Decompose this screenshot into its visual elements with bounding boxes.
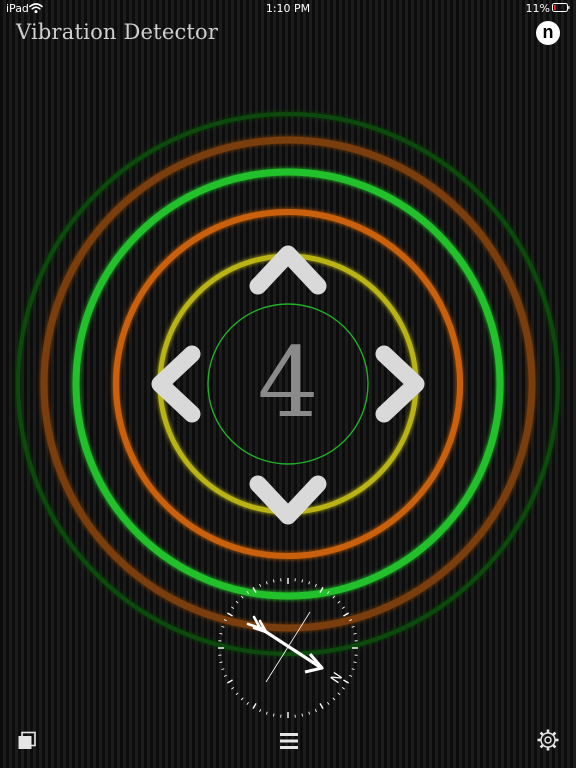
compass-tick [341,687,345,690]
compass-tick [252,587,257,593]
compass-tick [319,703,324,709]
compass-north-label: N [328,670,346,686]
compass-tick [308,711,311,715]
compass-tick [273,713,275,717]
compass-tick [273,579,275,583]
compass-tick [351,668,355,671]
compass-tick [349,674,353,677]
compass-tick [319,587,324,593]
chevron-left-icon[interactable] [146,344,206,424]
gear-icon[interactable] [536,728,560,752]
chevron-up-icon[interactable] [248,240,328,300]
compass-tick [314,583,317,587]
compass-tick [314,709,317,713]
compass-tick [259,583,262,587]
compass-tick [223,619,227,622]
chevron-down-icon[interactable] [248,470,328,530]
windows-icon[interactable] [16,730,38,752]
compass-tick [327,701,330,705]
compass-tick [231,687,235,690]
chevron-right-icon[interactable] [370,344,430,424]
compass-tick [265,581,268,585]
compass-tick [349,619,353,622]
compass-tick [240,595,244,599]
compass-tick [219,661,223,663]
menu-icon[interactable] [278,730,300,752]
compass-tick [235,600,239,604]
compass-tick [235,692,239,696]
compass-tick [353,661,357,663]
compass-tick [332,595,336,599]
compass-tick [327,591,330,595]
status-battery-percent: 11% [525,2,550,15]
compass-tick [252,703,257,709]
app-title: Vibration Detector [16,20,219,44]
n-button[interactable]: n [536,21,560,45]
compass-tick [221,668,225,671]
compass-tick [227,679,233,684]
bottom-toolbar [0,722,576,768]
compass-tick [219,633,223,635]
compass-tick [343,612,349,617]
compass-tick [337,692,341,696]
compass-tick [308,581,311,585]
compass-tick [246,591,249,595]
compass-arrow-shaft [259,626,321,669]
compass-tick [301,713,303,717]
compass-tick [240,697,244,701]
compass-tick [353,633,357,635]
compass-tick [351,625,355,628]
status-time: 1:10 PM [265,2,311,15]
compass-tick [246,701,249,705]
compass-arrow-tail [246,615,268,634]
compass-tick [227,612,233,617]
compass-tick [259,709,262,713]
compass-icon: N [218,578,358,718]
compass-tick [223,674,227,677]
status-bar: iPad 1:10 PM 11% [0,0,576,18]
battery-icon [552,3,570,12]
compass-tick [231,606,235,609]
compass-tick [221,625,225,628]
vibration-level: 4 [257,327,319,439]
compass-tick [341,606,345,609]
compass-tick [337,600,341,604]
compass-tick [301,579,303,583]
compass-tick [332,697,336,701]
compass-tick [265,711,268,715]
